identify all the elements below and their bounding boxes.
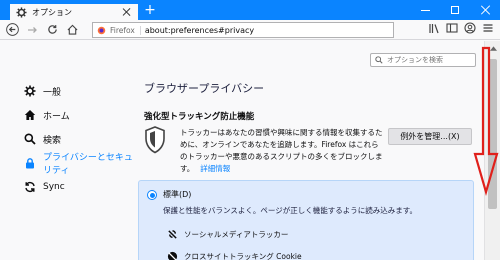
sidebar-item-general[interactable]: 一般 (24, 81, 134, 101)
preferences-sidebar: 一般 ホーム 検索 プライバシーとセキュリティ Sync (24, 81, 134, 201)
scroll-up-button[interactable] (485, 41, 500, 55)
standard-protection-option[interactable]: 標準(D) 保護と性能をバランスよく。ページが正しく機能するように読み込みます。… (138, 180, 474, 260)
section-title: ブラウザープライバシー (144, 82, 265, 95)
page-scrollbar[interactable] (484, 41, 500, 260)
etp-heading: 強化型トラッキング防止機能 (144, 112, 255, 122)
standard-radio[interactable] (147, 190, 157, 200)
tab-title: オプション (32, 7, 72, 17)
minimize-icon (420, 9, 430, 11)
reload-icon (47, 25, 57, 34)
window-controls (410, 0, 500, 20)
home-icon (67, 24, 77, 35)
manage-exceptions-button[interactable]: 例外を管理...(X) (388, 128, 472, 145)
tab-bar: オプション + (0, 0, 500, 20)
toolbar-right (428, 22, 494, 37)
menu-icon[interactable] (482, 22, 494, 37)
feature-label: クロスサイトトラッキング Cookie (184, 252, 302, 260)
maximize-button[interactable] (440, 0, 470, 20)
sidebar-item-sync[interactable]: Sync (24, 177, 134, 197)
search-icon (375, 56, 383, 64)
feature-label: ソーシャルメディアトラッカー (184, 230, 289, 239)
forward-button[interactable] (24, 22, 40, 38)
feature-cross-site-cookies: クロスサイトトラッキング Cookie (167, 251, 302, 260)
sidebar-item-label: プライバシーとセキュリティ (43, 153, 133, 176)
reload-button[interactable] (44, 22, 60, 38)
home-icon (24, 109, 36, 121)
learn-more-link[interactable]: 詳細情報 (200, 164, 230, 173)
back-button[interactable] (4, 22, 20, 38)
forward-arrow-icon (28, 26, 37, 33)
search-icon (24, 133, 36, 145)
search-input[interactable] (387, 56, 472, 64)
identity-label: Firefox (110, 25, 141, 35)
new-tab-button[interactable]: + (143, 3, 157, 17)
standard-label: 標準(D) (163, 190, 192, 199)
sidebar-item-label: ホーム (43, 111, 70, 122)
close-tab-icon[interactable] (122, 7, 132, 17)
sidebar-item-home[interactable]: ホーム (24, 105, 134, 125)
sidebar-item-search[interactable]: 検索 (24, 129, 134, 149)
chevron-up-icon (489, 45, 497, 51)
shield-icon (144, 126, 166, 154)
url-bar[interactable]: Firefox about:preferences#privacy (92, 22, 394, 38)
sidebar-toggle-icon[interactable] (446, 22, 458, 37)
feature-social-trackers: ソーシャルメディアトラッカー (167, 229, 288, 240)
home-button[interactable] (64, 22, 80, 38)
social-tracker-icon (167, 229, 178, 240)
standard-description: 保護と性能をバランスよく。ページが正しく機能するように読み込みます。 (163, 206, 417, 215)
gear-icon (16, 6, 27, 18)
close-icon (480, 5, 490, 15)
cookie-icon (167, 251, 178, 260)
library-icon[interactable] (428, 22, 440, 37)
minimize-button[interactable] (410, 0, 440, 20)
url-text: about:preferences#privacy (144, 25, 255, 35)
sidebar-item-label: Sync (43, 182, 65, 192)
back-arrow-icon (5, 23, 19, 36)
etp-description: トラッカーはあなたの習慣や興味に関する情報を収集するために、オンラインであなたを… (180, 127, 385, 175)
sidebar-item-label: 一般 (43, 87, 62, 98)
sidebar-item-label: 検索 (43, 135, 62, 146)
firefox-icon (97, 26, 106, 34)
scroll-thumb[interactable] (488, 59, 497, 209)
nav-bar: Firefox about:preferences#privacy (0, 20, 500, 40)
maximize-icon (451, 6, 459, 14)
options-search[interactable] (370, 53, 476, 67)
sync-icon (24, 181, 36, 193)
lock-icon (24, 157, 36, 169)
close-window-button[interactable] (470, 0, 500, 20)
account-icon[interactable] (464, 22, 476, 37)
gear-icon (24, 85, 36, 97)
sidebar-item-privacy[interactable]: プライバシーとセキュリティ (24, 153, 134, 176)
tab-options[interactable]: オプション (10, 2, 138, 20)
